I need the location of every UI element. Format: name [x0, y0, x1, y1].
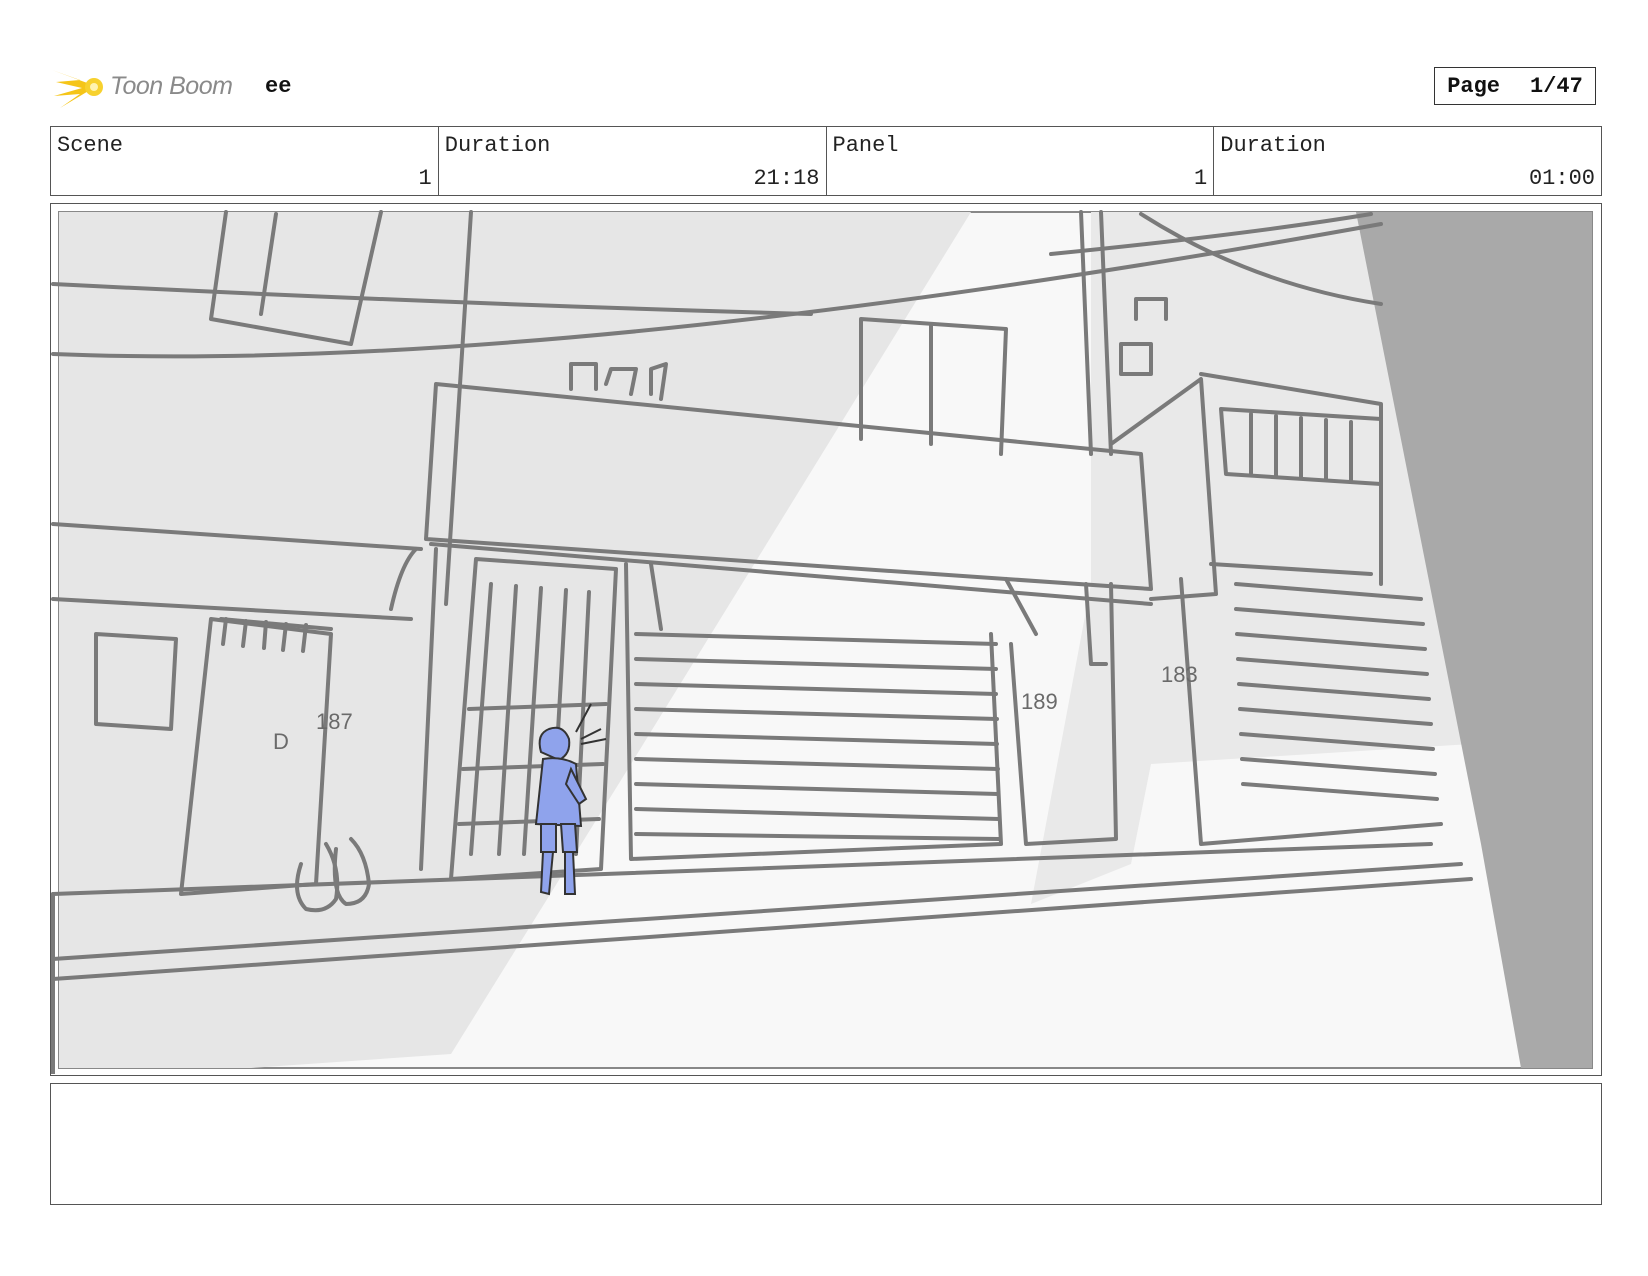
scene-cell: Scene 1: [51, 127, 439, 195]
house-number-187: 187: [316, 709, 353, 734]
panel-notes[interactable]: [50, 1083, 1602, 1205]
panel-sketch: D 187 189 183: [51, 210, 1593, 1074]
project-name: ee: [265, 74, 292, 99]
panel-duration-label: Duration: [1220, 133, 1326, 158]
scene-value: 1: [418, 166, 432, 191]
panel-duration-cell: Duration 01:00: [1214, 127, 1601, 195]
house-number-183: 183: [1161, 662, 1198, 687]
panel-cell: Panel 1: [827, 127, 1215, 195]
logo-text: Toon Boom: [110, 72, 233, 100]
scene-duration-value: 21:18: [753, 166, 820, 191]
page-indicator: Page 1/47: [1434, 67, 1596, 105]
toon-boom-logo-icon: [52, 70, 103, 108]
scene-label: Scene: [57, 133, 124, 158]
panel-info-table: Scene 1 Duration 21:18 Panel 1 Duration …: [50, 126, 1602, 196]
page-number: 1/47: [1530, 73, 1583, 99]
scene-duration-label: Duration: [444, 133, 551, 158]
panel-value: 1: [1194, 166, 1208, 191]
storyboard-panel[interactable]: D 187 189 183: [50, 203, 1602, 1076]
house-number-189: 189: [1021, 689, 1058, 714]
page-label: Page: [1447, 73, 1500, 99]
panel-label: Panel: [832, 133, 899, 158]
house-number-d: D: [273, 729, 289, 754]
scene-duration-cell: Duration 21:18: [439, 127, 827, 195]
toon-boom-logo: Toon Boom: [50, 62, 250, 112]
panel-duration-value: 01:00: [1528, 166, 1595, 191]
header: Toon Boom ee Page 1/47: [50, 58, 1602, 112]
